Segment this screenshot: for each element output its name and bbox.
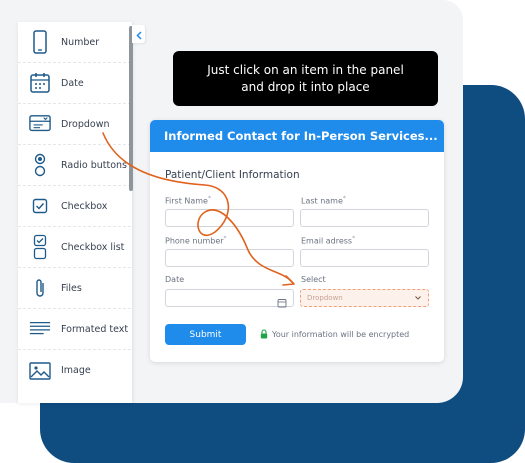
panel-scrollbar[interactable]: [129, 26, 133, 191]
calendar-icon: [29, 71, 51, 95]
form-preview: Informed Contact for In-Person Services.…: [150, 120, 444, 362]
panel-item-label: Checkbox: [61, 200, 108, 212]
panel-item-date[interactable]: Date: [18, 63, 131, 104]
email-input[interactable]: [300, 249, 429, 267]
tooltip-line-1: Just click on an item in the panel: [207, 62, 404, 77]
date-label: Date: [165, 275, 185, 284]
checkbox-icon: [29, 194, 51, 218]
panel-item-label: Dropdown: [61, 118, 110, 130]
encryption-note-text: Your information will be encrypted: [272, 329, 410, 339]
dropdown-placeholder: Dropdown: [307, 294, 343, 302]
tooltip-line-2: and drop it into place: [241, 79, 370, 94]
lock-icon: [260, 329, 268, 339]
encryption-note: Your information will be encrypted: [260, 329, 409, 339]
calendar-icon[interactable]: [277, 293, 287, 312]
panel-item-label: Number: [61, 36, 100, 48]
collapse-panel-button[interactable]: [132, 25, 145, 43]
field-panel: Number Date Dropdown Radio buttons Check…: [18, 22, 133, 403]
panel-item-files[interactable]: Files: [18, 268, 131, 309]
text-lines-icon: [29, 317, 51, 341]
image-icon: [29, 359, 51, 383]
panel-item-label: Checkbox list: [61, 241, 125, 253]
first-name-input[interactable]: [165, 209, 294, 227]
panel-item-label: Radio buttons: [61, 159, 127, 171]
date-input[interactable]: [165, 289, 294, 308]
panel-item-checkbox-list[interactable]: Checkbox list: [18, 227, 131, 268]
phone-input[interactable]: [165, 249, 294, 267]
panel-item-label: Files: [61, 282, 82, 294]
last-name-label: Last name*: [301, 195, 346, 206]
chevron-left-icon: [135, 25, 142, 44]
panel-item-label: Formated text: [61, 323, 129, 335]
dropdown-select[interactable]: Dropdown: [300, 289, 429, 307]
email-label: Email adress*: [301, 235, 356, 246]
panel-item-checkbox[interactable]: Checkbox: [18, 186, 131, 227]
panel-item-label: Image: [61, 365, 91, 376]
dropdown-icon: [29, 112, 51, 136]
form-title: Informed Contact for In-Person Services.…: [150, 120, 444, 152]
panel-item-image[interactable]: Image: [18, 350, 131, 391]
last-name-input[interactable]: [300, 209, 429, 227]
panel-item-formated-text[interactable]: Formated text: [18, 309, 131, 350]
phone-label: Phone number*: [165, 235, 227, 246]
phone-icon: [29, 30, 51, 54]
panel-item-radio-buttons[interactable]: Radio buttons: [18, 145, 131, 186]
section-title: Patient/Client Information: [165, 169, 300, 181]
first-name-label: First Name*: [165, 195, 211, 206]
panel-item-dropdown[interactable]: Dropdown: [18, 104, 131, 145]
panel-item-label: Date: [61, 77, 84, 89]
checkbox-list-icon: [29, 234, 51, 260]
instruction-tooltip: Just click on an item in the panel and d…: [173, 51, 438, 106]
submit-button[interactable]: Submit: [165, 324, 246, 345]
chevron-down-icon: [414, 294, 422, 304]
radio-icon: [29, 153, 51, 177]
panel-item-number[interactable]: Number: [18, 22, 131, 63]
paperclip-icon: [29, 276, 51, 300]
select-label: Select: [301, 275, 326, 284]
